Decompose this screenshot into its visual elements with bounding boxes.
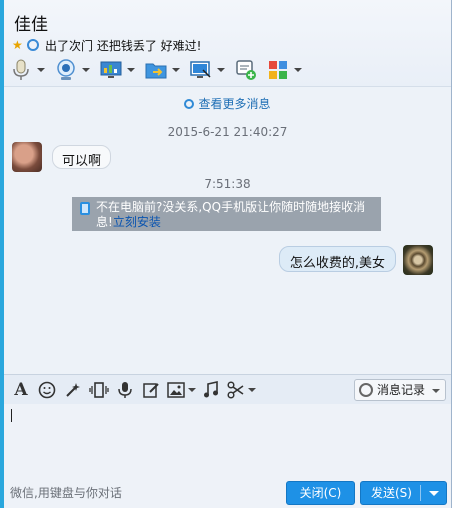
outgoing-message-bubble[interactable]: 怎么收费的,美女	[278, 246, 396, 272]
remote-assist-button[interactable]	[100, 57, 135, 83]
chat-header: 佳佳 ★ 出了次门 还把钱丢了 好难过!	[4, 0, 451, 86]
chat-add-icon	[235, 59, 257, 81]
send-button[interactable]: 发送(S)	[360, 481, 447, 505]
voice-call-button[interactable]	[10, 57, 45, 83]
message-list[interactable]: 查看更多消息 2015-6-21 21:40:27 可以啊 7:51:38 不在…	[4, 86, 451, 374]
video-call-button[interactable]	[55, 57, 90, 83]
status-ring-icon	[27, 39, 39, 51]
contact-avatar[interactable]	[12, 142, 42, 172]
apps-button[interactable]	[267, 57, 302, 83]
chevron-down-icon[interactable]	[127, 68, 135, 72]
edit-note-icon[interactable]	[140, 379, 162, 401]
message-input[interactable]	[4, 404, 451, 478]
clock-icon	[184, 99, 195, 109]
clock-icon	[358, 383, 373, 397]
message-history-button[interactable]: 消息记录	[353, 379, 446, 401]
magic-wand-icon[interactable]	[62, 379, 84, 401]
signature-row: ★ 出了次门 还把钱丢了 好难过!	[12, 37, 201, 53]
my-avatar[interactable]	[403, 245, 433, 275]
chevron-down-icon[interactable]	[187, 387, 196, 392]
monitor-icon	[100, 59, 122, 81]
incoming-message-bubble[interactable]: 可以啊	[52, 145, 112, 169]
star-icon: ★	[12, 38, 23, 52]
webcam-icon	[55, 59, 77, 81]
music-icon[interactable]	[200, 379, 222, 401]
message-timestamp: 2015-6-21 21:40:27	[167, 125, 288, 139]
send-divider	[420, 485, 421, 501]
share-screen-button[interactable]	[190, 57, 225, 83]
image-icon[interactable]	[166, 379, 196, 401]
chevron-down-icon[interactable]	[172, 68, 180, 72]
install-now-link[interactable]: 立刻安装	[113, 215, 161, 229]
view-more-messages-link[interactable]: 查看更多消息	[4, 95, 451, 112]
signature-text: 出了次门 还把钱丢了 好难过!	[45, 38, 202, 53]
wechat-hint: 微信,用键盘与你对话	[10, 486, 122, 500]
chevron-down-icon[interactable]	[37, 68, 45, 72]
chevron-down-icon[interactable]	[432, 389, 440, 393]
microphone-icon	[10, 59, 32, 81]
scissors-icon[interactable]	[226, 379, 256, 401]
send-file-button[interactable]	[145, 57, 180, 83]
screen-share-icon	[190, 59, 212, 81]
emoji-icon[interactable]	[36, 379, 58, 401]
message-timestamp: 7:51:38	[204, 177, 251, 191]
chat-window: 佳佳 ★ 出了次门 还把钱丢了 好难过! 查看更多消息 2015-6-21 21…	[0, 0, 452, 508]
bottom-bar: 微信,用键盘与你对话 关闭(C) 发送(S)	[4, 478, 451, 508]
system-notice: 不在电脑前?没关系,QQ手机版让你随时随地接收消息!立刻安装	[72, 197, 381, 231]
send-label: 发送(S)	[371, 486, 412, 500]
header-toolbar	[10, 57, 312, 83]
chevron-down-icon[interactable]	[82, 68, 90, 72]
create-group-button[interactable]	[235, 57, 257, 83]
input-toolbar: A 消息记录	[4, 374, 451, 404]
apps-grid-icon	[267, 59, 289, 81]
vibrate-icon[interactable]	[88, 379, 110, 401]
chevron-down-icon[interactable]	[294, 68, 302, 72]
chevron-down-icon[interactable]	[247, 387, 256, 392]
folder-transfer-icon	[145, 59, 167, 81]
close-button[interactable]: 关闭(C)	[286, 481, 355, 505]
mobile-phone-icon	[80, 202, 90, 215]
chevron-down-icon[interactable]	[429, 491, 439, 496]
message-history-label: 消息记录	[376, 383, 425, 397]
chevron-down-icon[interactable]	[217, 68, 225, 72]
text-cursor	[11, 409, 12, 422]
voice-message-icon[interactable]	[114, 379, 136, 401]
contact-name[interactable]: 佳佳	[14, 10, 48, 35]
font-icon[interactable]: A	[10, 379, 32, 401]
